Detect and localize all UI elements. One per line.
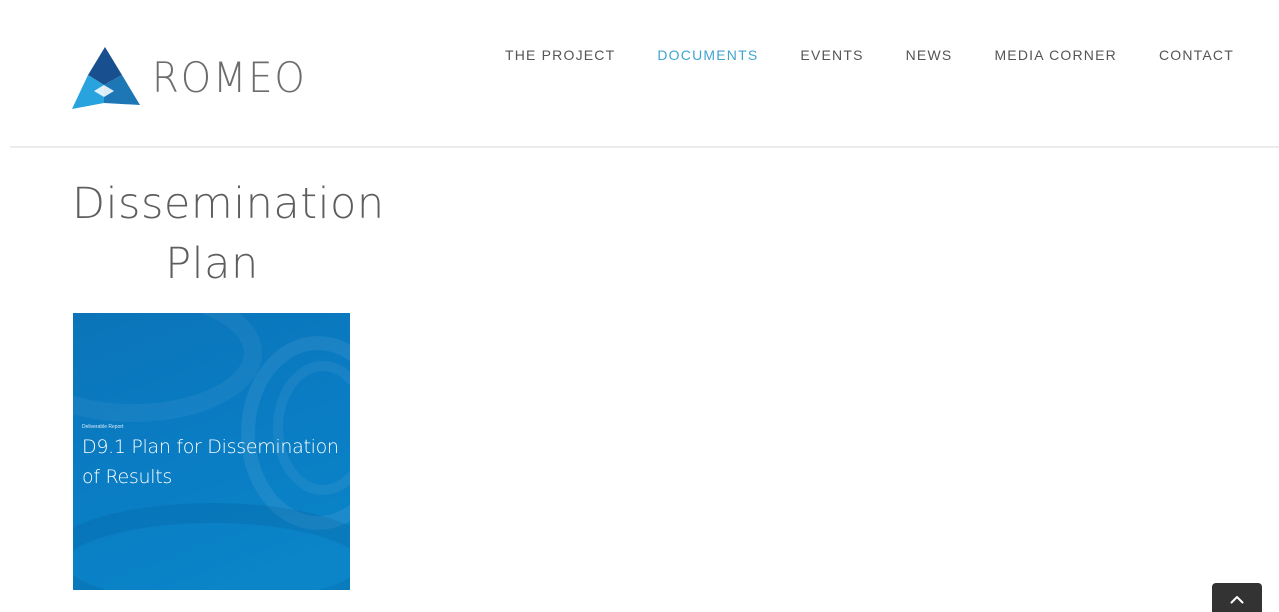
nav-item-the-project[interactable]: THE PROJECT — [505, 46, 615, 64]
nav-item-contact[interactable]: CONTACT — [1159, 46, 1234, 64]
romeo-logo-icon — [72, 47, 140, 109]
chevron-up-icon — [1230, 596, 1244, 604]
document-title: D9.1 Plan for Dissemination of Results — [82, 436, 339, 488]
nav-item-media-corner[interactable]: MEDIA CORNER — [994, 46, 1117, 64]
header-divider — [10, 146, 1279, 148]
main-navigation: THE PROJECT DOCUMENTS EVENTS NEWS MEDIA … — [463, 46, 1234, 64]
back-to-top-button[interactable] — [1212, 583, 1262, 612]
site-logo-link[interactable]: ROMEO — [70, 44, 320, 112]
nav-item-news[interactable]: NEWS — [906, 46, 953, 64]
nav-item-events[interactable]: EVENTS — [800, 46, 863, 64]
document-cover-thumbnail[interactable]: Deliverable Report D9.1 Plan for Dissemi… — [73, 313, 350, 590]
document-kicker: Deliverable Report — [82, 424, 124, 430]
site-header: ROMEO THE PROJECT DOCUMENTS EVENTS NEWS … — [0, 0, 1279, 146]
logo-wordmark: ROMEO — [152, 53, 307, 102]
page: ROMEO THE PROJECT DOCUMENTS EVENTS NEWS … — [0, 0, 1279, 612]
page-title: Dissemination Plan — [72, 179, 385, 289]
nav-item-documents[interactable]: DOCUMENTS — [657, 46, 758, 64]
